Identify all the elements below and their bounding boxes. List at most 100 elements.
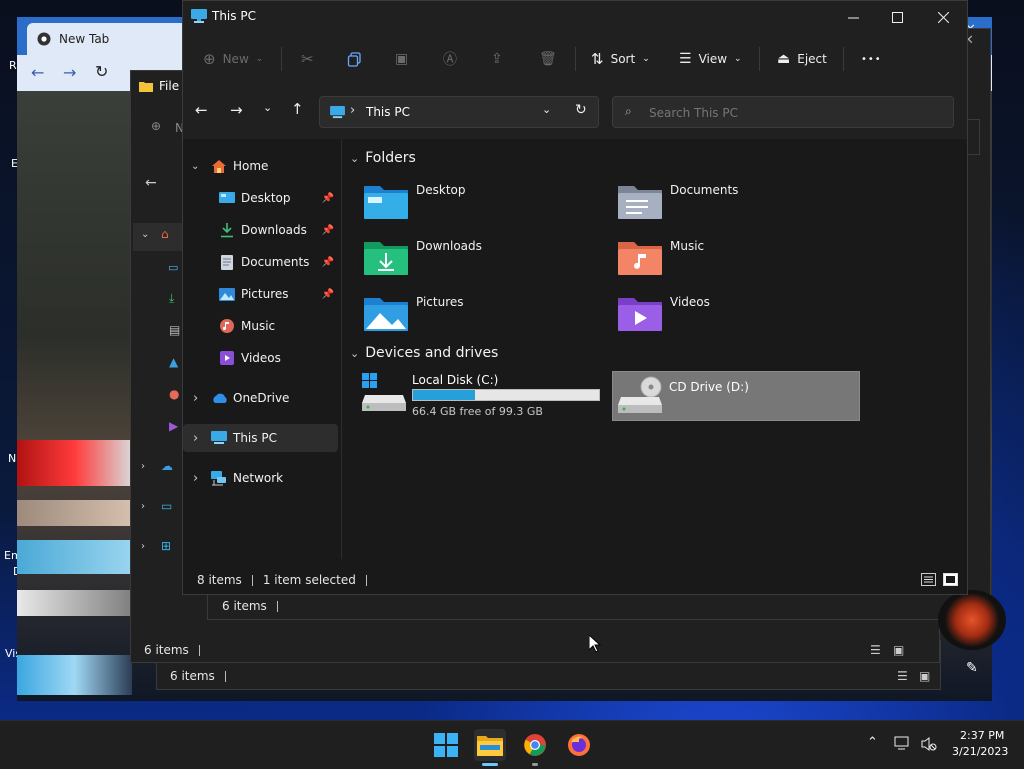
details-view-button[interactable] [921,573,936,586]
chevron-right-icon[interactable]: › [193,431,198,446]
network-status-icon[interactable] [894,736,912,752]
nav-item-home-selected[interactable]: ⌄ ⌂ [133,223,183,251]
chevron-right-icon[interactable]: › [141,461,145,472]
folder-tile-music[interactable]: Music [618,239,704,275]
cut-button[interactable]: ✂ [301,33,314,85]
address-dropdown-icon[interactable]: ⌄ [542,103,551,116]
show-hidden-icons-chevron-icon[interactable]: ⌃ [867,735,878,750]
toolbar-separator [575,47,576,71]
back-arrow-icon[interactable]: ← [31,63,44,82]
forward-arrow-icon[interactable]: → [63,63,76,82]
document-icon: ▤ [169,323,181,337]
details-view-icon[interactable]: ☰ [897,669,908,683]
desktop-icon-label[interactable]: N [8,452,16,465]
pictures-icon [219,287,235,301]
back-arrow-icon[interactable]: ← [145,175,157,191]
view-button[interactable]: ☰ View ⌄ [679,33,742,85]
breadcrumb-location[interactable]: This PC [366,105,410,119]
minimize-button[interactable] [833,1,873,33]
cd-drive-icon [618,376,662,413]
taskbar-firefox[interactable] [563,729,595,761]
nav-item-desktop[interactable]: Desktop 📌 [183,184,338,212]
pin-icon[interactable]: 📌 [322,225,334,236]
clock-time[interactable]: 2:37 PM [960,729,1004,742]
delete-button[interactable]: 🗑 [539,33,557,85]
nav-item-music[interactable]: Music [183,312,338,340]
rename-button[interactable]: Ⓐ [443,33,457,85]
folder-music-icon [618,242,662,275]
nav-item-thispc[interactable]: › This PC [183,424,338,452]
pin-icon[interactable]: 📌 [322,193,334,204]
section-header-folders[interactable]: ⌄ Folders [350,150,416,166]
eject-button[interactable]: ⏏ Eject [777,33,827,85]
new-plus-icon[interactable]: ⊕ [151,119,161,133]
taskbar-file-explorer[interactable] [474,729,506,761]
tiles-view-icon[interactable]: ▣ [893,643,904,657]
share-button[interactable]: ⇪ [491,33,503,85]
nav-item-pictures[interactable]: Pictures 📌 [183,280,338,308]
drive-tile-d[interactable]: CD Drive (D:) [612,371,860,421]
search-input[interactable] [647,102,941,124]
pin-icon[interactable]: 📌 [322,289,334,300]
refresh-icon[interactable]: ↻ [575,102,587,118]
folder-label: Desktop [416,183,466,197]
folder-tile-pictures[interactable]: Pictures [364,295,464,331]
title-bar[interactable]: This PC [183,1,967,33]
folder-tile-documents[interactable]: Documents [618,183,738,219]
drive-free-space: 66.4 GB free of 99.3 GB [412,405,543,418]
new-label: New [222,52,249,66]
reload-icon[interactable]: ↻ [95,62,108,81]
tiles-view-button[interactable] [943,573,958,586]
volume-muted-icon[interactable] [920,736,938,752]
clock-date[interactable]: 3/21/2023 [952,745,1008,758]
pen-icon[interactable]: ✎ [966,660,978,676]
copy-button[interactable] [347,33,362,85]
drive-tile-c[interactable]: Local Disk (C:) 66.4 GB free of 99.3 GB [362,373,607,423]
browser-tab[interactable]: New Tab [27,23,187,55]
nav-item-videos[interactable]: Videos [183,344,338,372]
close-button[interactable] [923,1,963,33]
forward-arrow-icon[interactable]: → [230,101,243,119]
chevron-right-icon[interactable]: › [193,471,198,486]
folder-tile-videos[interactable]: Videos [618,295,710,331]
local-disk-icon [362,373,406,411]
status-separator [276,601,278,612]
back-arrow-icon[interactable]: ← [195,101,208,119]
command-bar: ⊕ New ⌄ ✂ ▣ Ⓐ ⇪ 🗑 ⇅ Sort ⌄ ☰ View ⌄ ⏏ Ej… [183,33,967,85]
close-icon [937,11,949,23]
tiles-view-icon[interactable]: ▣ [919,669,930,683]
recent-locations-chevron-icon[interactable]: ⌄ [263,101,272,114]
thispc-icon [330,106,345,119]
sort-button[interactable]: ⇅ Sort ⌄ [591,33,650,85]
address-bar[interactable]: › This PC ⌄ ↻ [319,96,599,128]
sort-label: Sort [610,52,636,66]
start-button[interactable] [430,729,462,761]
maximize-button[interactable] [877,1,917,33]
paste-button[interactable]: ▣ [395,33,408,85]
section-header-devices[interactable]: ⌄ Devices and drives [350,345,498,361]
folder-tile-downloads[interactable]: Downloads [364,239,482,275]
chevron-right-icon[interactable]: › [141,501,145,512]
new-button[interactable]: ⊕ New ⌄ [203,33,263,85]
window-title: This PC [212,9,256,23]
chevron-right-icon[interactable]: › [141,541,145,552]
chevron-down-icon[interactable]: ⌄ [191,161,199,172]
taskbar-chrome[interactable] [519,729,551,761]
folder-tile-desktop[interactable]: Desktop [364,183,466,219]
desktop-icon-label[interactable]: R [9,59,17,72]
nav-item-downloads[interactable]: Downloads 📌 [183,216,338,244]
pin-icon[interactable]: 📌 [322,257,334,268]
nav-item-documents[interactable]: Documents 📌 [183,248,338,276]
nav-item-onedrive[interactable]: › OneDrive [183,384,338,412]
search-box[interactable]: ⌕ [612,96,954,128]
chevron-down-icon: ⌄ [350,151,360,165]
nav-item-home[interactable]: ⌄ Home [183,152,338,180]
details-view-icon[interactable]: ☰ [870,643,881,657]
nav-label: Network [233,471,284,485]
nav-item-network[interactable]: › Network [183,464,338,492]
up-arrow-icon[interactable]: ↑ [291,100,304,118]
explorer-window-main[interactable]: This PC ⊕ New ⌄ ✂ ▣ Ⓐ ⇪ 🗑 ⇅ Sort ⌄ ☰ Vie… [182,0,968,595]
more-options-button[interactable]: ••• [861,33,882,85]
chevron-down-icon[interactable]: ⌄ [141,229,149,240]
chevron-right-icon[interactable]: › [193,391,198,406]
